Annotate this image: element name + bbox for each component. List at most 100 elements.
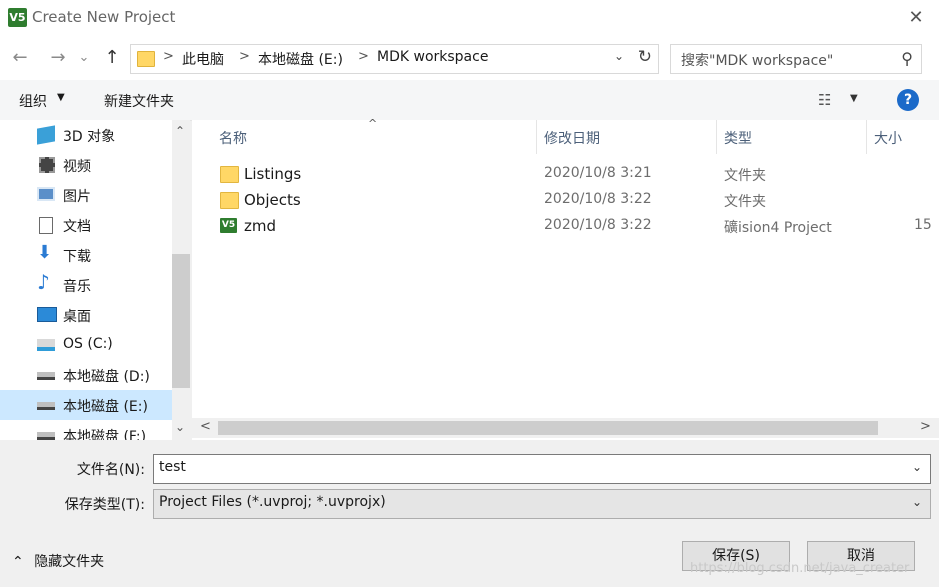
filetype-select[interactable]: Project Files (*.uvproj; *.uvprojx) ⌄ [153,489,931,519]
sidebar-item-label: 本地磁盘 (F:) [63,429,147,440]
column-header-name[interactable]: 名称 [219,128,247,148]
breadcrumb-mdk-workspace[interactable]: MDK workspace [377,49,488,65]
video-icon [39,157,55,173]
filename-input[interactable]: test [159,459,186,475]
folder-icon [220,192,239,209]
column-divider[interactable] [866,120,867,154]
filetype-label: 保存类型(T): [64,497,145,513]
scroll-up-icon[interactable]: ⌃ [175,124,185,138]
file-modified: 2020/10/8 3:22 [544,191,652,207]
sidebar-item-label: 图片 [63,189,91,205]
refresh-icon[interactable]: ↻ [638,47,652,67]
breadcrumb-separator[interactable]: > [239,49,250,64]
sidebar-item-pictures[interactable]: 图片 [0,180,172,210]
file-name: zmd [244,217,277,235]
watermark: https://blog.csdn.net/java_creater [690,561,910,576]
file-row[interactable]: Objects 2020/10/8 3:22 文件夹 [214,188,939,214]
sidebar-item-label: 文档 [63,219,91,235]
sidebar-item-label: 本地磁盘 (E:) [63,399,148,415]
uvision-project-icon: V5 [220,218,237,233]
up-arrow-icon[interactable]: ↑ [100,46,124,70]
column-divider[interactable] [536,120,537,154]
sidebar-item-label: 音乐 [63,279,91,295]
sidebar-item-drive-d[interactable]: 本地磁盘 (D:) [0,360,172,390]
sidebar-item-drive-e[interactable]: 本地磁盘 (E:) [0,390,172,420]
address-bar[interactable]: > 此电脑 > 本地磁盘 (E:) > MDK workspace ⌄ ↻ [130,44,659,74]
download-icon: ⬇ [37,242,53,263]
column-header-type[interactable]: 类型 [724,128,752,148]
command-toolbar: 组织 ▼ 新建文件夹 ☷ ▼ ? [0,80,939,121]
new-folder-button[interactable]: 新建文件夹 [104,91,174,111]
system-drive-icon [37,339,55,351]
column-header-size[interactable]: 大小 [874,128,902,148]
breadcrumb-drive-e[interactable]: 本地磁盘 (E:) [258,49,343,69]
close-button[interactable]: ✕ [896,3,936,33]
hide-folders-toggle[interactable]: ⌃ 隐藏文件夹 [12,551,104,571]
desktop-icon [37,307,57,322]
breadcrumb-separator[interactable]: > [163,49,174,64]
sidebar-scroll-thumb[interactable] [172,254,190,388]
chevron-down-icon[interactable]: ⌄ [614,49,624,63]
file-name: Objects [244,191,301,209]
documents-icon [39,217,53,234]
drive-icon [37,432,55,440]
sidebar-item-label: 本地磁盘 (D:) [63,369,150,385]
filename-label: 文件名(N): [76,462,145,478]
help-icon[interactable]: ? [897,89,919,111]
sidebar-item-music[interactable]: ♪ 音乐 [0,270,172,300]
sidebar-item-label: 下载 [63,249,91,265]
caret-down-icon[interactable]: ▼ [57,92,65,103]
forward-arrow-icon[interactable]: → [46,46,70,70]
file-modified: 2020/10/8 3:21 [544,165,652,181]
scroll-right-icon[interactable]: > [920,419,931,434]
horizontal-scrollbar[interactable]: < > [192,418,939,438]
chevron-down-icon[interactable]: ⌄ [912,460,922,474]
file-type: 礦ision4 Project [724,220,832,236]
view-options-icon[interactable]: ☷ [818,91,831,109]
drive-icon [37,402,55,410]
filetype-value: Project Files (*.uvproj; *.uvprojx) [159,494,386,510]
breadcrumb-separator[interactable]: > [358,49,369,64]
file-list: ^ 名称 修改日期 类型 大小 Listings 2020/10/8 3:21 … [192,117,939,440]
search-input[interactable]: 搜索"MDK workspace" [681,50,833,70]
back-arrow-icon[interactable]: ← [8,46,32,70]
sort-ascending-icon: ^ [368,117,378,130]
column-divider[interactable] [716,120,717,154]
file-name: Listings [244,165,302,183]
search-box[interactable]: 搜索"MDK workspace" ⚲ [670,44,922,74]
hide-folders-label: 隐藏文件夹 [34,554,105,570]
file-type: 文件夹 [724,168,766,184]
sidebar-item-videos[interactable]: 视频 [0,150,172,180]
navigation-pane: 3D 对象 视频 图片 文档 ⬇ 下载 ♪ 音乐 桌面 OS (C:) 本地磁盘… [0,120,190,440]
folder-icon [220,166,239,183]
column-header-modified[interactable]: 修改日期 [544,128,600,148]
sidebar-item-3d-objects[interactable]: 3D 对象 [0,120,172,150]
navigation-bar: ← → ⌄ ↑ > 此电脑 > 本地磁盘 (E:) > MDK workspac… [0,36,939,80]
sidebar-item-documents[interactable]: 文档 [0,210,172,240]
music-icon: ♪ [37,270,50,294]
sidebar-item-drive-c[interactable]: OS (C:) [0,330,172,360]
filename-field[interactable]: test ⌄ [153,454,931,484]
caret-down-icon[interactable]: ▼ [850,93,858,104]
sidebar-item-drive-f[interactable]: 本地磁盘 (F:) [0,420,172,440]
save-form: 文件名(N): test ⌄ 保存类型(T): Project Files (*… [0,440,939,587]
keil-app-icon: V5 [8,8,27,27]
chevron-up-icon: ⌃ [12,554,24,570]
sidebar-item-desktop[interactable]: 桌面 [0,300,172,330]
scroll-left-icon[interactable]: < [200,419,211,434]
scroll-down-icon[interactable]: ⌄ [175,420,185,434]
horizontal-scroll-thumb[interactable] [218,421,878,435]
file-row[interactable]: V5 zmd 2020/10/8 3:22 礦ision4 Project 15 [214,214,939,240]
file-row[interactable]: Listings 2020/10/8 3:21 文件夹 [214,162,939,188]
breadcrumb-this-pc[interactable]: 此电脑 [182,49,224,69]
recent-locations-icon[interactable]: ⌄ [72,46,96,70]
folder-icon [137,51,155,67]
sidebar-item-downloads[interactable]: ⬇ 下载 [0,240,172,270]
sidebar-item-label: OS (C:) [63,336,113,352]
chevron-down-icon[interactable]: ⌄ [912,495,922,509]
search-icon[interactable]: ⚲ [901,49,913,68]
file-modified: 2020/10/8 3:22 [544,217,652,233]
sidebar-item-label: 桌面 [63,309,91,325]
window-title: Create New Project [32,8,176,26]
organize-button[interactable]: 组织 [19,91,47,111]
